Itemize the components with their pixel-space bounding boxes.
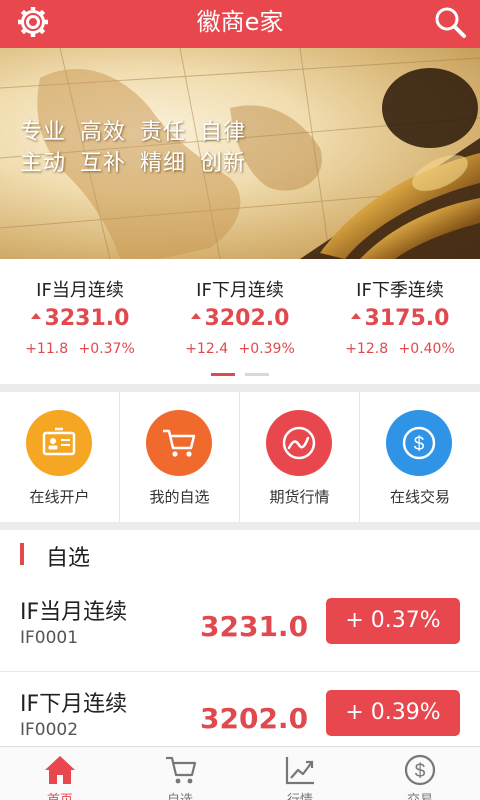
change-percent-button[interactable]: + 0.39% bbox=[326, 690, 460, 736]
trend-icon bbox=[282, 426, 316, 460]
id-card-icon bbox=[42, 427, 76, 456]
quick-action-label: 在线交易 bbox=[389, 488, 450, 506]
contract-name: IF下月连续 bbox=[20, 692, 128, 717]
nav-label: 首页 bbox=[0, 789, 120, 800]
contract-price: 3231.0 bbox=[200, 610, 309, 643]
ticker-price: 3202.0 bbox=[160, 306, 320, 331]
quick-action-trade[interactable]: $ 在线交易 bbox=[360, 392, 480, 522]
nav-tab-home[interactable]: 首页 bbox=[0, 747, 120, 800]
up-arrow-icon bbox=[30, 313, 41, 319]
watchlist-title: 自选 bbox=[46, 546, 91, 571]
ticker-price: 3175.0 bbox=[320, 306, 480, 331]
home-icon bbox=[45, 756, 75, 784]
nav-label: 自选 bbox=[120, 789, 240, 800]
quick-action-circle bbox=[26, 410, 92, 476]
cart-icon bbox=[166, 756, 197, 784]
change-percent-button[interactable]: + 0.37% bbox=[326, 598, 460, 644]
up-arrow-icon bbox=[190, 313, 201, 319]
nav-label: 行情 bbox=[240, 789, 360, 800]
promo-banner[interactable]: 专业 高效 责任 自律 主动 互补 精细 创新 bbox=[0, 48, 480, 259]
quick-actions: 在线开户 我的自选 期货行情 $ 在线交易 bbox=[0, 392, 480, 522]
contract-price: 3202.0 bbox=[200, 702, 309, 735]
quick-action-label: 期货行情 bbox=[269, 488, 330, 506]
watchlist-row[interactable]: IF当月连续 IF0001 3231.0 + 0.37% bbox=[0, 580, 480, 672]
ticker-item[interactable]: IF下季连续 3175.0 +12.8 +0.40% bbox=[320, 259, 480, 369]
quick-action-label: 我的自选 bbox=[149, 488, 210, 506]
chart-icon bbox=[285, 757, 314, 785]
ticker-name: IF当月连续 bbox=[36, 280, 124, 301]
quick-action-watchlist[interactable]: 我的自选 bbox=[120, 392, 240, 522]
ticker-change: +12.8 +0.40% bbox=[345, 341, 455, 357]
bottom-navigation: 首页 自选 行情 $ 交易 bbox=[0, 746, 480, 800]
section-accent-bar bbox=[20, 543, 24, 565]
quick-action-circle bbox=[266, 410, 332, 476]
dollar-icon: $ bbox=[402, 426, 436, 460]
watchlist-header: 自选 bbox=[0, 530, 480, 580]
index-ticker: IF当月连续 3231.0 +11.8 +0.37% IF下月连续 3202.0… bbox=[0, 259, 480, 384]
svg-text:$: $ bbox=[414, 434, 425, 455]
contract-code: IF0002 bbox=[20, 720, 79, 740]
nav-label: 交易 bbox=[360, 789, 480, 800]
ticker-change: +12.4 +0.39% bbox=[185, 341, 295, 357]
quick-action-open-account[interactable]: 在线开户 bbox=[0, 392, 120, 522]
quick-action-label: 在线开户 bbox=[29, 488, 90, 506]
page-dot-active[interactable] bbox=[211, 373, 235, 376]
search-icon[interactable] bbox=[433, 5, 467, 39]
section-divider bbox=[0, 522, 480, 530]
ticker-name: IF下月连续 bbox=[196, 280, 284, 301]
quick-action-circle bbox=[146, 410, 212, 476]
ticker-item[interactable]: IF下月连续 3202.0 +12.4 +0.39% bbox=[160, 259, 320, 369]
ticker-name: IF下季连续 bbox=[356, 280, 444, 301]
banner-slogan-line1: 专业 高效 责任 自律 bbox=[20, 120, 246, 145]
contract-code: IF0001 bbox=[20, 628, 79, 648]
quick-action-circle: $ bbox=[386, 410, 452, 476]
nav-tab-watchlist[interactable]: 自选 bbox=[120, 747, 240, 800]
cart-icon bbox=[163, 429, 196, 457]
nav-tab-trade[interactable]: $ 交易 bbox=[360, 747, 480, 800]
up-arrow-icon bbox=[350, 313, 361, 319]
ticker-item[interactable]: IF当月连续 3231.0 +11.8 +0.37% bbox=[0, 259, 160, 369]
banner-slogan-line2: 主动 互补 精细 创新 bbox=[20, 151, 246, 176]
ticker-price: 3231.0 bbox=[0, 306, 160, 331]
contract-name: IF当月连续 bbox=[20, 600, 128, 625]
svg-text:$: $ bbox=[415, 761, 426, 782]
dollar-icon: $ bbox=[404, 754, 436, 786]
app-title: 徽商e家 bbox=[196, 8, 284, 36]
quick-action-market[interactable]: 期货行情 bbox=[240, 392, 360, 522]
ticker-change: +11.8 +0.37% bbox=[25, 341, 135, 357]
section-divider bbox=[0, 384, 480, 392]
page-dot[interactable] bbox=[245, 373, 269, 376]
app-header: 徽商e家 bbox=[0, 0, 480, 48]
nav-tab-market[interactable]: 行情 bbox=[240, 747, 360, 800]
